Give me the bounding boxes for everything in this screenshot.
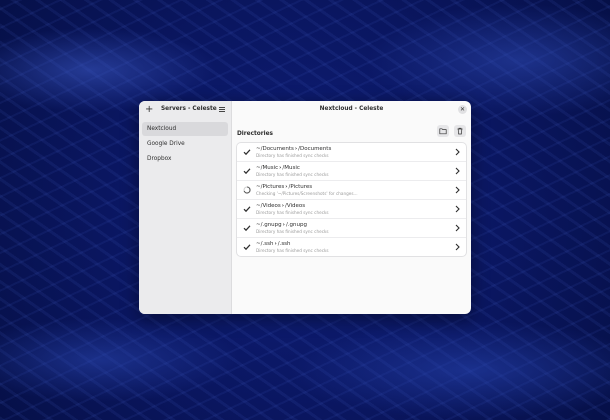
sidebar-header: + Servers - Celeste: [139, 101, 231, 119]
check-icon: [243, 206, 251, 213]
directory-list: ~/Documents›/Documents Directory has fin…: [237, 143, 466, 256]
remote-path: /Music: [282, 165, 300, 171]
trash-icon[interactable]: [454, 125, 466, 137]
main-header: Nextcloud - Celeste ✕: [232, 101, 471, 119]
chevron-right-icon[interactable]: [455, 243, 460, 251]
local-path: ~/Pictures: [256, 184, 285, 190]
close-icon[interactable]: ✕: [458, 105, 467, 114]
chevron-right-icon[interactable]: [455, 224, 460, 232]
arrow-right-icon: ›: [281, 203, 285, 209]
check-icon: [243, 168, 251, 175]
hamburger-menu-icon[interactable]: [219, 107, 225, 112]
sync-status: Checking '~/Pictures/Screenshots' for ch…: [256, 191, 358, 196]
arrow-right-icon: ›: [282, 222, 285, 228]
chevron-right-icon[interactable]: [455, 167, 460, 175]
remote-path: /Videos: [285, 203, 306, 209]
app-window: + Servers - Celeste Nextcloud Google Dri…: [139, 101, 471, 314]
arrow-right-icon: ›: [274, 241, 277, 247]
plus-icon[interactable]: +: [145, 104, 153, 116]
server-item-nextcloud[interactable]: Nextcloud: [142, 122, 228, 136]
sync-status: Directory has finished sync checks: [256, 210, 329, 215]
sync-status: Directory has finished sync checks: [256, 229, 329, 234]
directory-row[interactable]: ~/Documents›/Documents Directory has fin…: [237, 143, 466, 162]
sync-status: Directory has finished sync checks: [256, 153, 329, 158]
local-path: ~/.gnupg: [256, 222, 282, 228]
sidebar-title: Servers - Celeste: [161, 106, 217, 112]
server-list: Nextcloud Google Drive Dropbox: [139, 122, 231, 166]
check-icon: [243, 149, 251, 156]
directory-row[interactable]: ~/Pictures›/Pictures Checking '~/Picture…: [237, 181, 466, 200]
remote-path: /Pictures: [288, 184, 313, 190]
remote-path: /Documents: [298, 146, 332, 152]
remote-path: /.gnupg: [285, 222, 307, 228]
sync-status: Directory has finished sync checks: [256, 172, 329, 177]
local-path: ~/.ssh: [256, 241, 274, 247]
arrow-right-icon: ›: [285, 184, 288, 190]
check-icon: [243, 225, 251, 232]
window-title: Nextcloud - Celeste: [319, 106, 384, 112]
local-path: ~/Documents: [256, 146, 294, 152]
directory-row[interactable]: ~/Music›/Music Directory has finished sy…: [237, 162, 466, 181]
directory-row[interactable]: ~/.ssh›/.ssh Directory has finished sync…: [237, 238, 466, 256]
check-icon: [243, 244, 251, 251]
directory-row[interactable]: ~/Videos›/Videos Directory has finished …: [237, 200, 466, 219]
chevron-right-icon[interactable]: [455, 148, 460, 156]
folder-add-icon[interactable]: [437, 125, 449, 137]
section-label: Directories: [237, 131, 274, 137]
remote-path: /.ssh: [277, 241, 291, 247]
arrow-right-icon: ›: [294, 146, 298, 152]
main-pane: Nextcloud - Celeste ✕ Directories ~/Docu…: [232, 101, 471, 314]
directory-row[interactable]: ~/.gnupg›/.gnupg Directory has finished …: [237, 219, 466, 238]
local-path: ~/Music: [256, 165, 279, 171]
sidebar: + Servers - Celeste Nextcloud Google Dri…: [139, 101, 232, 314]
local-path: ~/Videos: [256, 203, 281, 209]
spinner-icon: [243, 186, 251, 194]
chevron-right-icon[interactable]: [455, 205, 460, 213]
server-item-dropbox[interactable]: Dropbox: [142, 152, 228, 166]
chevron-right-icon[interactable]: [455, 186, 460, 194]
server-item-google-drive[interactable]: Google Drive: [142, 137, 228, 151]
sync-status: Directory has finished sync checks: [256, 248, 329, 253]
